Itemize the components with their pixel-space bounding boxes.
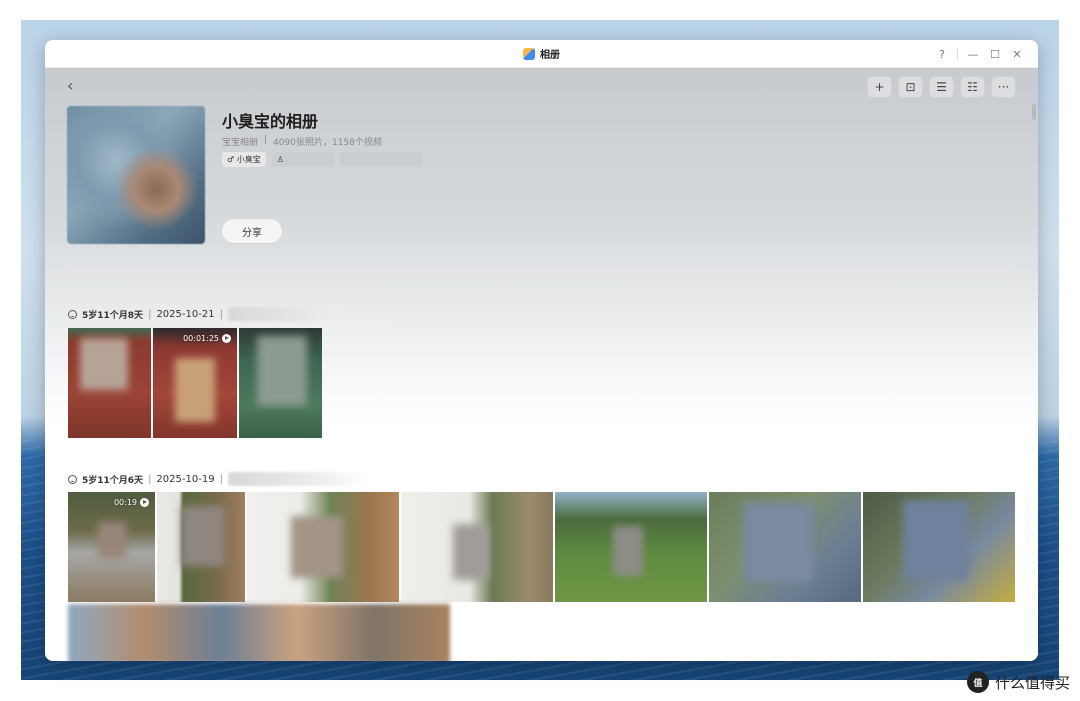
video-duration: 00:19 [114, 498, 149, 507]
photo-thumbnail[interactable] [157, 492, 245, 602]
header-divider [67, 270, 1012, 271]
header-sep: | [148, 308, 152, 320]
photo-thumbnail[interactable] [709, 492, 861, 602]
album-tags: ♂ 小臭宝 ♙ [222, 152, 422, 167]
scrollbar[interactable] [1032, 104, 1036, 120]
person-icon: ♙ [276, 155, 284, 164]
header-sep: | [219, 308, 223, 320]
maximize-icon[interactable]: ☐ [984, 43, 1006, 65]
video-duration: 00:01:25 [183, 334, 231, 343]
group-date: 2025-10-21 [156, 308, 215, 320]
app-title: 相册 [523, 46, 560, 61]
header-sep: | [219, 473, 223, 485]
play-icon [140, 498, 149, 507]
blurred-subject [98, 522, 126, 558]
watermark-text: 什么值得买 [994, 673, 1070, 692]
photo-thumbnail[interactable] [555, 492, 707, 602]
blurred-subject [80, 338, 128, 390]
photo-thumbnail[interactable] [401, 492, 553, 602]
minimize-icon[interactable]: — [962, 43, 984, 65]
close-icon[interactable]: ✕ [1006, 43, 1028, 65]
blurred-subject [613, 526, 643, 576]
location-label [227, 307, 396, 321]
app-title-text: 相册 [540, 50, 560, 61]
date-group-header: 5岁11个月6天 | 2025-10-19 | [68, 472, 368, 486]
duration-text: 00:01:25 [183, 334, 219, 343]
photo-thumbnail[interactable] [863, 492, 1015, 602]
sort-icon[interactable]: ☰ [929, 76, 954, 98]
photo-thumbnail[interactable] [239, 328, 322, 438]
face-scan-icon[interactable]: ⊡ [898, 76, 923, 98]
blurred-subject [291, 516, 343, 578]
album-toolbar: + ⊡ ☰ ☷ ··· [867, 76, 1016, 98]
photo-thumbnail-row[interactable] [68, 604, 450, 661]
play-icon [222, 334, 231, 343]
controls-divider [957, 48, 958, 60]
share-button[interactable]: 分享 [221, 218, 283, 244]
video-thumbnail[interactable]: 00:19 [68, 492, 155, 602]
album-meta: 宝宝相册 | 4090张照片，1158个视频 [222, 135, 382, 148]
meta-divider: | [264, 135, 268, 145]
album-counts: 4090张照片，1158个视频 [273, 138, 382, 148]
age-label: 5岁11个月6天 [82, 475, 144, 486]
watermark-logo: 值 [966, 671, 989, 693]
title-bar: 相册 ? — ☐ ✕ [45, 40, 1038, 68]
help-icon[interactable]: ? [931, 43, 953, 65]
blurred-subject [453, 524, 489, 580]
blurred-subject [181, 506, 225, 566]
blurred-subject [743, 502, 813, 582]
group-date: 2025-10-19 [156, 473, 215, 485]
duration-text: 00:19 [113, 498, 137, 507]
header-sep: | [148, 473, 152, 485]
date-group-header: 5岁11个月8天 | 2025-10-21 | [68, 307, 396, 321]
add-icon[interactable]: + [867, 76, 892, 98]
parent-tag[interactable]: ♙ [271, 152, 334, 167]
blurred-subject [903, 500, 969, 580]
photo-thumbnail[interactable] [247, 492, 399, 602]
album-cover-image[interactable] [67, 106, 205, 244]
album-title: 小臭宝的相册 [222, 112, 319, 131]
location-label [227, 472, 368, 486]
window-controls: ? — ☐ ✕ [931, 40, 1028, 68]
child-tag[interactable]: ♂ 小臭宝 [222, 152, 266, 167]
album-window: 相册 ? — ☐ ✕ ‹ + ⊡ ☰ ☷ ··· 小臭宝的相册 宝宝相册 | 4… [45, 40, 1038, 661]
member-tag[interactable] [339, 152, 422, 167]
smile-icon [68, 309, 77, 319]
album-type: 宝宝相册 [222, 138, 259, 148]
album-content: ‹ + ⊡ ☰ ☷ ··· 小臭宝的相册 宝宝相册 | 4090张照片，1158… [45, 68, 1038, 661]
smile-icon [68, 474, 77, 484]
list-view-icon[interactable]: ☷ [960, 76, 985, 98]
back-arrow-icon[interactable]: ‹ [67, 78, 83, 94]
photo-thumbnail[interactable] [68, 328, 151, 438]
blurred-subject [257, 336, 307, 406]
blurred-subject [175, 358, 215, 422]
site-watermark: 值 什么值得买 [966, 671, 1070, 693]
video-thumbnail[interactable]: 00:01:25 [153, 328, 237, 438]
more-icon[interactable]: ··· [991, 76, 1016, 98]
age-label: 5岁11个月8天 [82, 310, 144, 321]
photos-app-icon [523, 47, 535, 60]
